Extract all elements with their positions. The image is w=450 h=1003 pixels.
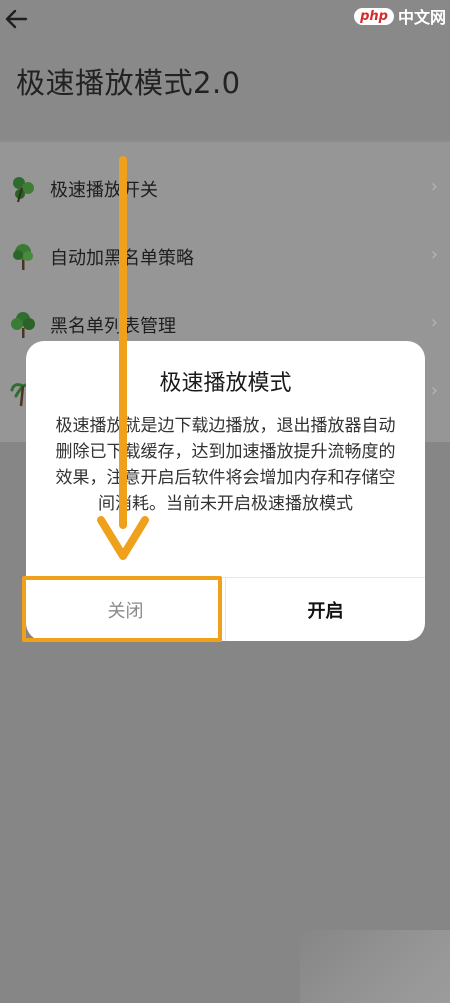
corner-watermark [300, 930, 450, 1003]
app-screen: 极速播放模式2.0 php 中文网 极速播放开关 › 自动加黑名单策略 [0, 0, 450, 1003]
annotation-arrow-icon [97, 156, 149, 560]
